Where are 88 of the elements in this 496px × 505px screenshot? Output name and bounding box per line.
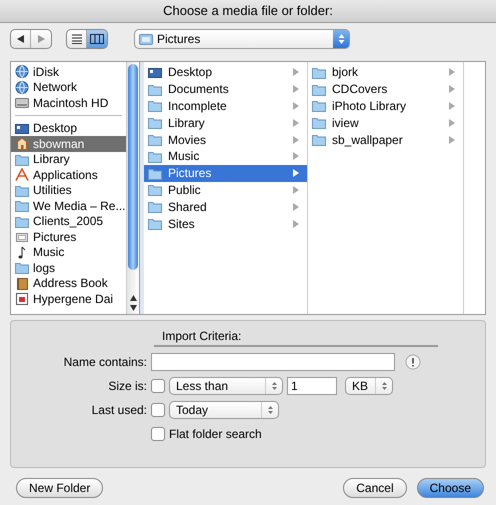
right-triangle-icon [37, 35, 45, 43]
folder-icon [15, 261, 29, 274]
house-icon [15, 137, 29, 150]
sidebar-item[interactable]: Desktop [11, 120, 126, 136]
folder-item[interactable]: bjork [308, 64, 463, 81]
name-input-field[interactable] [151, 352, 395, 370]
folder-item[interactable]: Pictures [144, 164, 307, 182]
sidebar-item[interactable]: iDisk [11, 64, 126, 80]
folder-icon [148, 166, 162, 180]
folder-icon [15, 184, 29, 197]
folder-icon [312, 99, 326, 112]
folder-item[interactable]: Public [144, 182, 307, 198]
folder-icon [312, 82, 326, 96]
field-label: Last used: [90, 402, 147, 416]
sidebar-item[interactable]: Address Book [11, 276, 126, 291]
folder-item[interactable]: Shared [144, 198, 307, 216]
choose-button[interactable]: Choose [416, 478, 484, 498]
sidebar-item[interactable]: Macintosh HD [11, 95, 126, 110]
folder-icon [15, 214, 29, 228]
left-triangle-icon [16, 35, 24, 43]
sidebar-item[interactable]: logs [11, 260, 126, 276]
folder-icon [148, 217, 162, 230]
sidebar-item[interactable]: Clients_2005 [11, 214, 126, 229]
folder-item[interactable]: iview [308, 114, 463, 132]
folder-item[interactable]: Movies [144, 131, 307, 148]
folder-item[interactable]: iPhoto Library [308, 98, 463, 114]
letter-a-icon [15, 168, 29, 182]
sidebar-item[interactable]: Applications [11, 167, 126, 182]
last-used-checkbox[interactable] [151, 402, 165, 416]
folder-icon [312, 66, 326, 79]
stepper-arrows-icon [266, 404, 274, 416]
hard-drive-icon [15, 96, 29, 110]
columns-icon [90, 34, 104, 44]
window-title: Choose a media file or folder: [0, 0, 496, 23]
new-folder-button[interactable]: New Folder [16, 478, 104, 498]
folder-icon [312, 133, 326, 146]
sidebar-item[interactable]: Utilities [11, 182, 126, 198]
folder-icon [148, 200, 162, 214]
size-input-field[interactable]: 1 [287, 376, 337, 394]
criteria-title: Import Criteria: [154, 329, 438, 347]
folder-item[interactable]: Incomplete [144, 98, 307, 114]
monitor-icon [15, 122, 29, 135]
globe-icon [15, 80, 29, 94]
folder-item[interactable]: Sites [144, 215, 307, 232]
unit-popup[interactable]: KB [345, 376, 393, 394]
book-icon [15, 276, 29, 290]
sidebar-item[interactable]: Network [11, 80, 126, 95]
monitor-icon [148, 66, 162, 79]
list-icon [70, 34, 82, 44]
folder-item[interactable]: Music [144, 148, 307, 165]
stepper-arrows-icon [380, 380, 388, 392]
folder-item[interactable]: Desktop [144, 64, 307, 81]
folder-icon [312, 116, 326, 130]
folder-icon [148, 82, 162, 96]
field-label: Size is: [107, 378, 147, 392]
folder-icon [148, 116, 162, 130]
folder-item[interactable]: CDCovers [308, 80, 463, 98]
scroll-down-icon[interactable] [130, 305, 136, 311]
globe-icon [15, 65, 29, 78]
folder-item[interactable]: Library [144, 114, 307, 132]
stepper-arrows-icon [333, 30, 349, 48]
column-view-button[interactable] [87, 30, 107, 48]
folder-icon [139, 33, 153, 45]
picture-frame-icon [15, 230, 29, 244]
field-label: Name contains: [62, 354, 147, 368]
sidebar-item[interactable]: Hypergene Dai [11, 291, 126, 306]
sidebar-item[interactable]: sbowman [11, 136, 126, 152]
sidebar-item[interactable]: Music [11, 244, 126, 260]
sidebar-item[interactable]: We Media – Re... [11, 198, 126, 214]
location-popup[interactable]: Pictures [134, 29, 350, 49]
checkbox-label: Flat folder search [169, 426, 262, 440]
period-popup[interactable]: Today [169, 400, 279, 418]
folder-icon [148, 99, 162, 112]
flat-search-checkbox[interactable] [151, 426, 165, 440]
scrollbar[interactable] [126, 62, 139, 314]
sidebar-item[interactable]: Pictures [11, 229, 126, 244]
comparison-popup[interactable]: Less than [169, 376, 283, 394]
exclamation-icon [405, 354, 421, 370]
folder-item[interactable]: sb_wallpaper [308, 131, 463, 148]
folder-icon [148, 133, 162, 146]
scroll-up-icon[interactable] [130, 295, 136, 301]
size-checkbox[interactable] [151, 378, 165, 392]
sidebar-item[interactable]: Library [11, 152, 126, 167]
document-icon [15, 292, 29, 306]
stepper-arrows-icon [270, 380, 278, 392]
folder-item[interactable]: Documents [144, 80, 307, 98]
folder-icon [15, 199, 29, 212]
cancel-button[interactable]: Cancel [343, 478, 407, 498]
